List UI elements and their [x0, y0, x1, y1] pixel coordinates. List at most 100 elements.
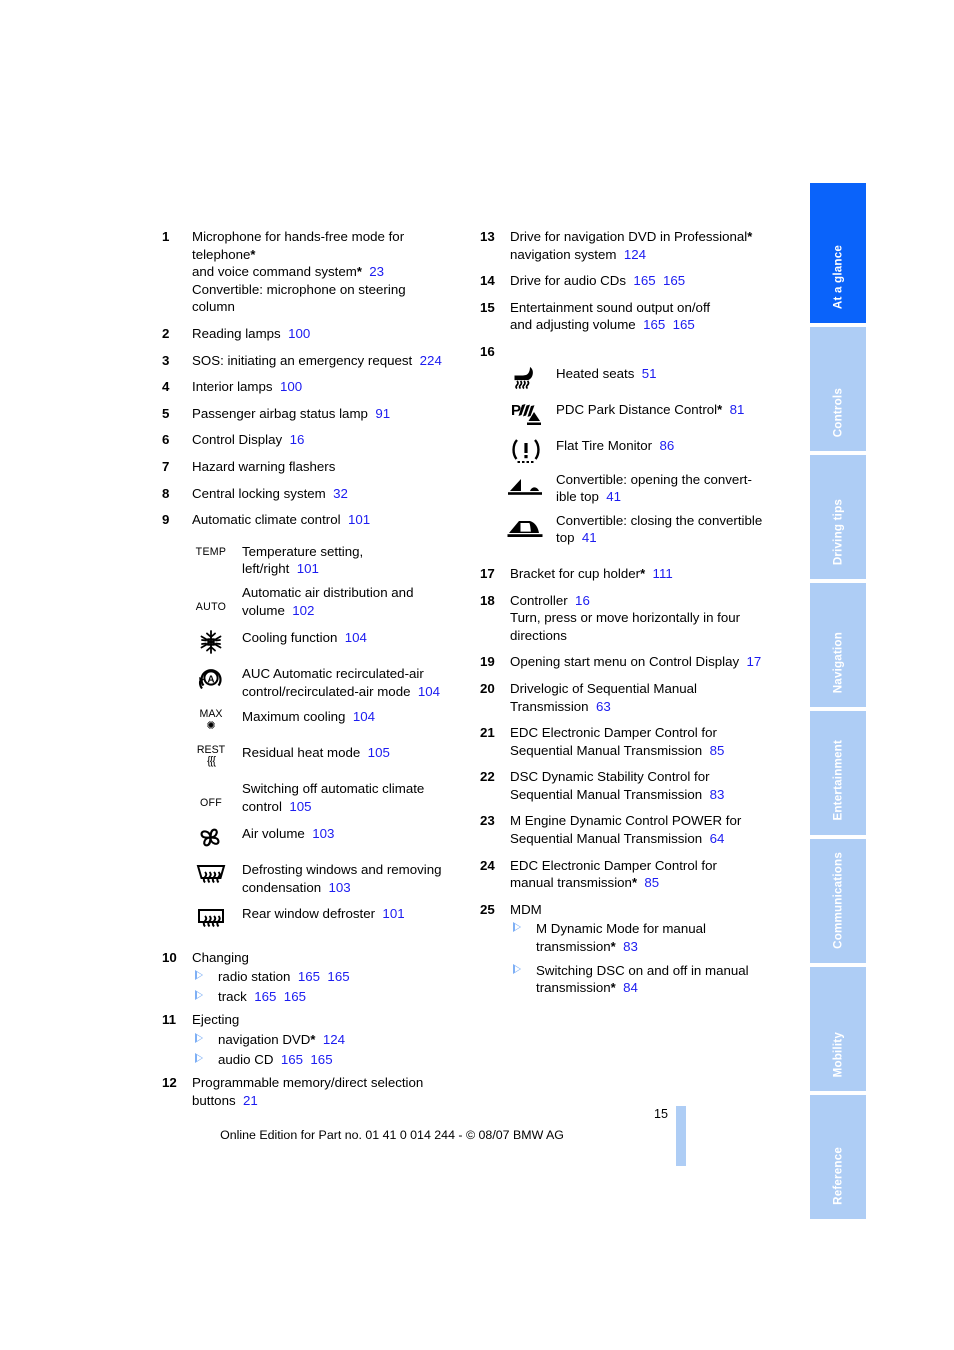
page-ref[interactable]: 165: [320, 969, 349, 984]
list-item: audio CD 165 165: [192, 1051, 472, 1069]
page-ref[interactable]: 63: [589, 699, 611, 714]
item-number: 18: [480, 592, 495, 608]
page-ref[interactable]: 101: [375, 906, 404, 921]
page-ref[interactable]: 16: [568, 593, 590, 608]
list-item-17: 17 Bracket for cup holder* 111: [480, 565, 790, 583]
page-ref[interactable]: 103: [321, 880, 351, 895]
list-item-6: 6 Control Display 16: [162, 431, 472, 449]
row-text: Flat Tire Monitor 86: [556, 437, 675, 453]
item-text: Changing: [192, 949, 249, 965]
item-number: 6: [162, 432, 170, 448]
page-ref[interactable]: 102: [285, 603, 314, 618]
page-ref[interactable]: 105: [360, 745, 390, 760]
list-item: navigation DVD* 124: [192, 1031, 472, 1049]
page-ref[interactable]: 100: [281, 326, 310, 341]
row-text: Heated seats 51: [556, 365, 657, 381]
list-item-10: 10 Changing: [162, 949, 472, 967]
page-ref[interactable]: 105: [282, 799, 311, 814]
page-ref[interactable]: 165: [665, 317, 695, 332]
sub-text: audio CD: [218, 1051, 274, 1067]
item-text: M Engine Dynamic Control POWER for Seque…: [510, 813, 742, 847]
page-ref[interactable]: 104: [411, 684, 440, 699]
item-text: Reading lamps 100: [192, 325, 311, 341]
item-text: Controller 16 Turn, press or move horizon…: [510, 592, 741, 643]
page-ref[interactable]: 104: [337, 630, 367, 645]
page-ref[interactable]: 41: [599, 489, 621, 504]
page-ref[interactable]: 83: [702, 787, 725, 802]
page-ref[interactable]: 124: [616, 247, 646, 262]
page-ref[interactable]: 17: [739, 654, 762, 669]
sub-text: transmission: [536, 939, 611, 955]
item-text: Automatic climate control 101: [192, 512, 371, 528]
item-number: 20: [480, 680, 495, 696]
tab-at-a-glance[interactable]: At a glance: [810, 183, 866, 323]
page-ref[interactable]: 81: [722, 402, 745, 417]
page-ref[interactable]: 16: [282, 432, 305, 447]
page-ref[interactable]: 101: [289, 561, 319, 576]
tab-driving-tips[interactable]: Driving tips: [810, 455, 866, 579]
page-ref[interactable]: 224: [412, 353, 442, 368]
page-ref[interactable]: 165: [247, 989, 276, 1004]
triangle-bullet-icon: [195, 1052, 203, 1063]
page-ref[interactable]: 85: [702, 743, 725, 758]
page-ref[interactable]: 86: [652, 438, 674, 453]
page-ref[interactable]: 83: [616, 939, 638, 954]
right-column: 13 Drive for navigation DVD in Professio…: [480, 228, 790, 999]
item-text: Hazard warning flashers: [192, 458, 336, 474]
page-ref[interactable]: 85: [637, 875, 659, 890]
tab-controls[interactable]: Controls: [810, 327, 866, 451]
page-ref[interactable]: 124: [315, 1032, 345, 1047]
climate-row-airvolume: Air volume 103: [162, 825, 472, 853]
page-ref[interactable]: 165: [626, 273, 655, 288]
auto-label-icon: AUTO: [195, 600, 227, 613]
item-text: MDM: [510, 901, 542, 917]
tab-reference[interactable]: Reference: [810, 1095, 866, 1219]
list-item-24: 24 EDC Electronic Damper Control for man…: [480, 857, 790, 892]
climate-row-temp: TEMP Temperature setting, left/right 101: [162, 543, 472, 578]
list-item-4: 4 Interior lamps 100: [162, 378, 472, 396]
page-ref[interactable]: 100: [273, 379, 302, 394]
list-item-16: 16: [480, 343, 790, 361]
page-ref[interactable]: 165: [276, 989, 306, 1004]
page-ref[interactable]: 23: [362, 264, 384, 279]
row-text: AUC Automatic recirculated-air control/r…: [242, 666, 441, 699]
item-number: 9: [162, 512, 170, 528]
item-text: [510, 343, 790, 361]
item-number: 14: [480, 273, 495, 289]
sub-text: navigation DVD: [218, 1032, 311, 1048]
list-item-2: 2 Reading lamps 100: [162, 325, 472, 343]
tab-communications[interactable]: Communications: [810, 839, 866, 963]
page-ref[interactable]: 165: [290, 969, 320, 984]
page-ref[interactable]: 103: [305, 826, 334, 841]
tab-label: Controls: [831, 387, 845, 437]
triangle-bullet-icon: [195, 1033, 203, 1044]
page-ref[interactable]: 51: [634, 366, 657, 381]
manual-page: 1 Microphone for hands-free mode for tel…: [0, 0, 954, 1350]
item-number: 17: [480, 565, 495, 581]
fan-icon: [188, 825, 234, 851]
sub-text: track: [218, 988, 247, 1004]
page-ref[interactable]: 111: [645, 566, 673, 581]
page-ref[interactable]: 84: [616, 980, 638, 995]
item-number: 3: [162, 352, 170, 368]
page-ref[interactable]: 165: [273, 1052, 303, 1067]
page-ref[interactable]: 165: [636, 317, 665, 332]
max-label: MAX: [199, 708, 223, 721]
page-ref[interactable]: 165: [656, 273, 685, 288]
tab-mobility[interactable]: Mobility: [810, 967, 866, 1091]
page-ref[interactable]: 64: [702, 831, 725, 846]
page-ref[interactable]: 21: [236, 1093, 258, 1108]
page-ref[interactable]: 104: [345, 709, 375, 724]
page-ref[interactable]: 101: [341, 512, 370, 527]
page-ref[interactable]: 32: [326, 486, 348, 501]
page-ref[interactable]: 165: [303, 1052, 332, 1067]
page-ref[interactable]: 41: [575, 530, 597, 545]
list-item-3: 3 SOS: initiating an emergency request 22…: [162, 352, 472, 370]
sub-text: radio station: [218, 969, 291, 985]
page-ref[interactable]: 91: [368, 406, 390, 421]
list-item-14: 14 Drive for audio CDs 165 165: [480, 272, 790, 290]
item-number: 22: [480, 769, 495, 785]
tab-navigation[interactable]: Navigation: [810, 583, 866, 707]
svg-text:A: A: [207, 674, 214, 685]
tab-entertainment[interactable]: Entertainment: [810, 711, 866, 835]
